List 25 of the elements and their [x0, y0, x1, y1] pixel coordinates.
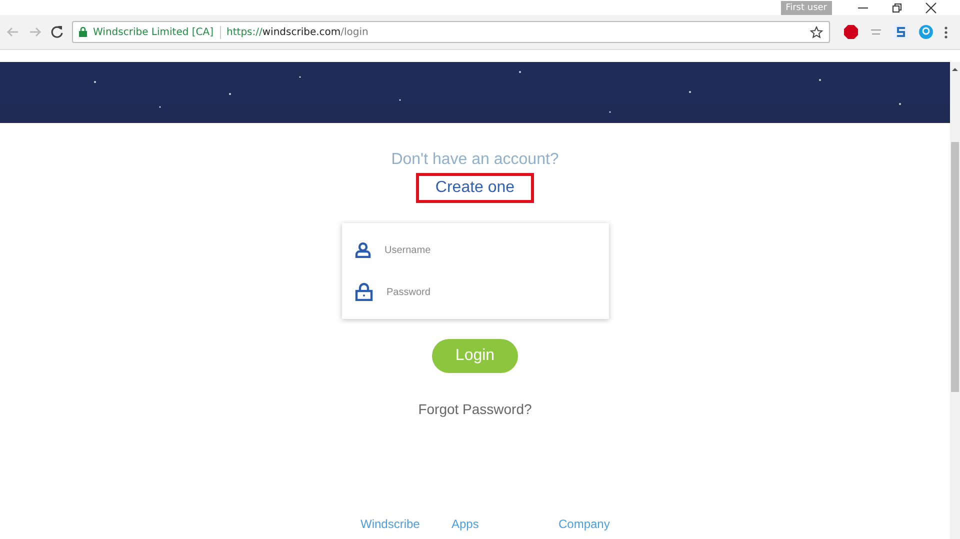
login-button[interactable]: Login [432, 339, 518, 373]
star-icon[interactable] [810, 26, 823, 38]
create-account-link[interactable]: Create one [416, 173, 534, 203]
lock-icon [354, 283, 372, 301]
url-text: https://windscribe.com/login [226, 26, 370, 38]
forgot-password-link[interactable]: Forgot Password? [418, 401, 532, 417]
extension-icon[interactable] [869, 27, 883, 37]
address-bar[interactable]: Windscribe Limited [CA] https://windscribe.com/login [72, 21, 830, 43]
footer-link[interactable]: Company [558, 517, 650, 531]
menu-icon[interactable] [944, 26, 948, 38]
scroll-up-icon[interactable] [951, 66, 959, 72]
lock-icon [79, 27, 87, 37]
account-prompt: Don't have an account? [391, 151, 559, 169]
user-icon [354, 242, 370, 258]
scrollbar-thumb[interactable] [951, 142, 959, 392]
s-logo-icon[interactable] [894, 25, 908, 39]
site-name: Windscribe Limited [CA] [93, 26, 214, 38]
reload-icon[interactable] [50, 25, 64, 39]
close-icon[interactable] [925, 2, 937, 14]
stop-sign-icon[interactable] [844, 25, 858, 39]
footer-link[interactable]: Apps [452, 517, 558, 531]
profile-badge[interactable]: First user [780, 0, 832, 14]
restore-icon[interactable] [891, 2, 903, 14]
footer-link[interactable]: Windscribe [360, 517, 452, 531]
scrollbar[interactable] [950, 62, 960, 539]
